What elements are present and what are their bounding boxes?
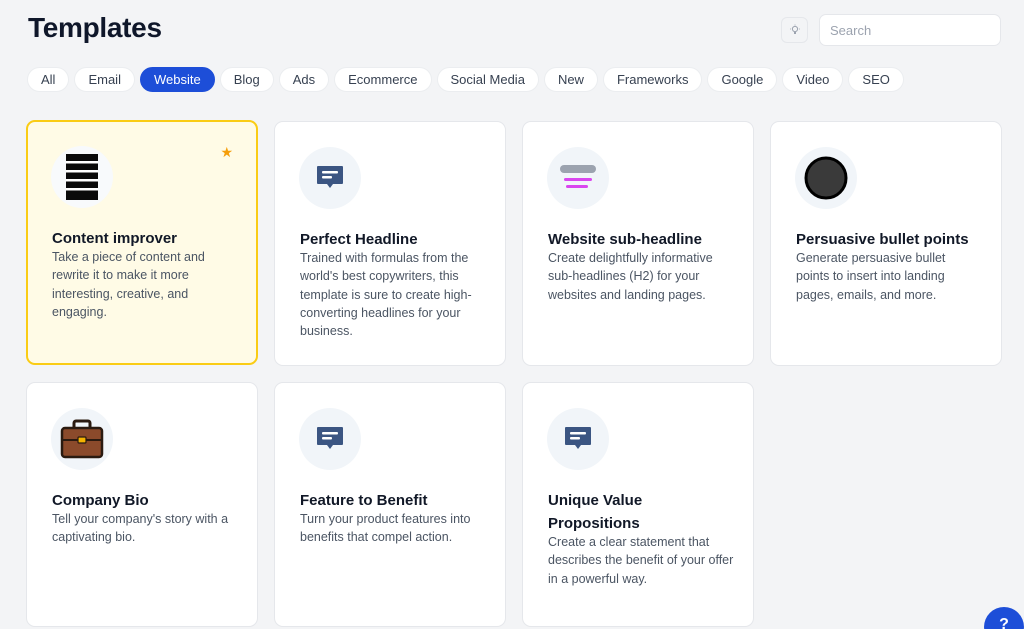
subheadline-bars-icon [560, 165, 596, 188]
card-description: Trained with formulas from the world's b… [300, 251, 472, 339]
tab-ads[interactable]: Ads [278, 67, 330, 92]
tab-frameworks[interactable]: Frameworks [602, 67, 703, 92]
tab-video[interactable]: Video [782, 67, 844, 92]
template-card-website-sub-headline[interactable]: Website sub-headline Create delightfully… [522, 121, 754, 366]
striped-lines-icon [66, 154, 98, 200]
card-description: Create delightfully informative sub-head… [548, 251, 713, 302]
card-description: Turn your product features into benefits… [300, 512, 471, 545]
card-description: Tell your company's story with a captiva… [52, 512, 229, 545]
tab-website[interactable]: Website [139, 67, 215, 92]
chat-bubble-icon [317, 427, 343, 449]
template-card-unique-value-propositions[interactable]: Unique Value Propositions Create a clear… [522, 382, 754, 627]
template-card-content-improver[interactable]: ★ Content improver Take a piece of conte… [26, 120, 258, 365]
category-tabs: All Email Website Blog Ads Ecommerce Soc… [27, 67, 904, 92]
tab-ecommerce[interactable]: Ecommerce [334, 67, 432, 92]
chat-bubble-icon [565, 427, 591, 449]
chat-bubble-icon [317, 166, 343, 188]
card-title: Content improver [52, 230, 178, 247]
card-title: Company Bio [52, 492, 149, 509]
tab-social-media[interactable]: Social Media [436, 67, 539, 92]
search-input[interactable] [819, 14, 1001, 46]
star-icon[interactable]: ★ [220, 144, 233, 161]
card-description: Create a clear statement that describes … [548, 535, 734, 586]
card-title: Website sub-headline [548, 231, 702, 248]
briefcase-icon [60, 419, 104, 459]
card-title: Persuasive bullet points [796, 231, 969, 248]
card-title: Perfect Headline [300, 231, 418, 248]
black-circle-icon [804, 156, 848, 200]
template-card-company-bio[interactable]: Company Bio Tell your company's story wi… [26, 382, 258, 627]
template-card-perfect-headline[interactable]: Perfect Headline Trained with formulas f… [274, 121, 506, 366]
template-card-persuasive-bullet-points[interactable]: Persuasive bullet points Generate persua… [770, 121, 1002, 366]
help-button[interactable]: ? [984, 607, 1024, 629]
card-title: Unique Value Propositions [548, 492, 643, 532]
template-card-feature-to-benefit[interactable]: Feature to Benefit Turn your product fea… [274, 382, 506, 627]
lightbulb-icon [789, 24, 800, 34]
tab-google[interactable]: Google [707, 67, 778, 92]
card-title: Feature to Benefit [300, 492, 428, 509]
tab-all[interactable]: All [27, 67, 70, 92]
card-description: Take a piece of content and rewrite it t… [52, 250, 205, 319]
card-description: Generate persuasive bullet points to ins… [796, 251, 946, 302]
tab-email[interactable]: Email [74, 67, 135, 92]
tab-blog[interactable]: Blog [219, 67, 274, 92]
lightbulb-button[interactable] [781, 17, 808, 43]
tab-seo[interactable]: SEO [848, 67, 904, 92]
page-title: Templates [28, 12, 162, 43]
tab-new[interactable]: New [543, 67, 598, 92]
